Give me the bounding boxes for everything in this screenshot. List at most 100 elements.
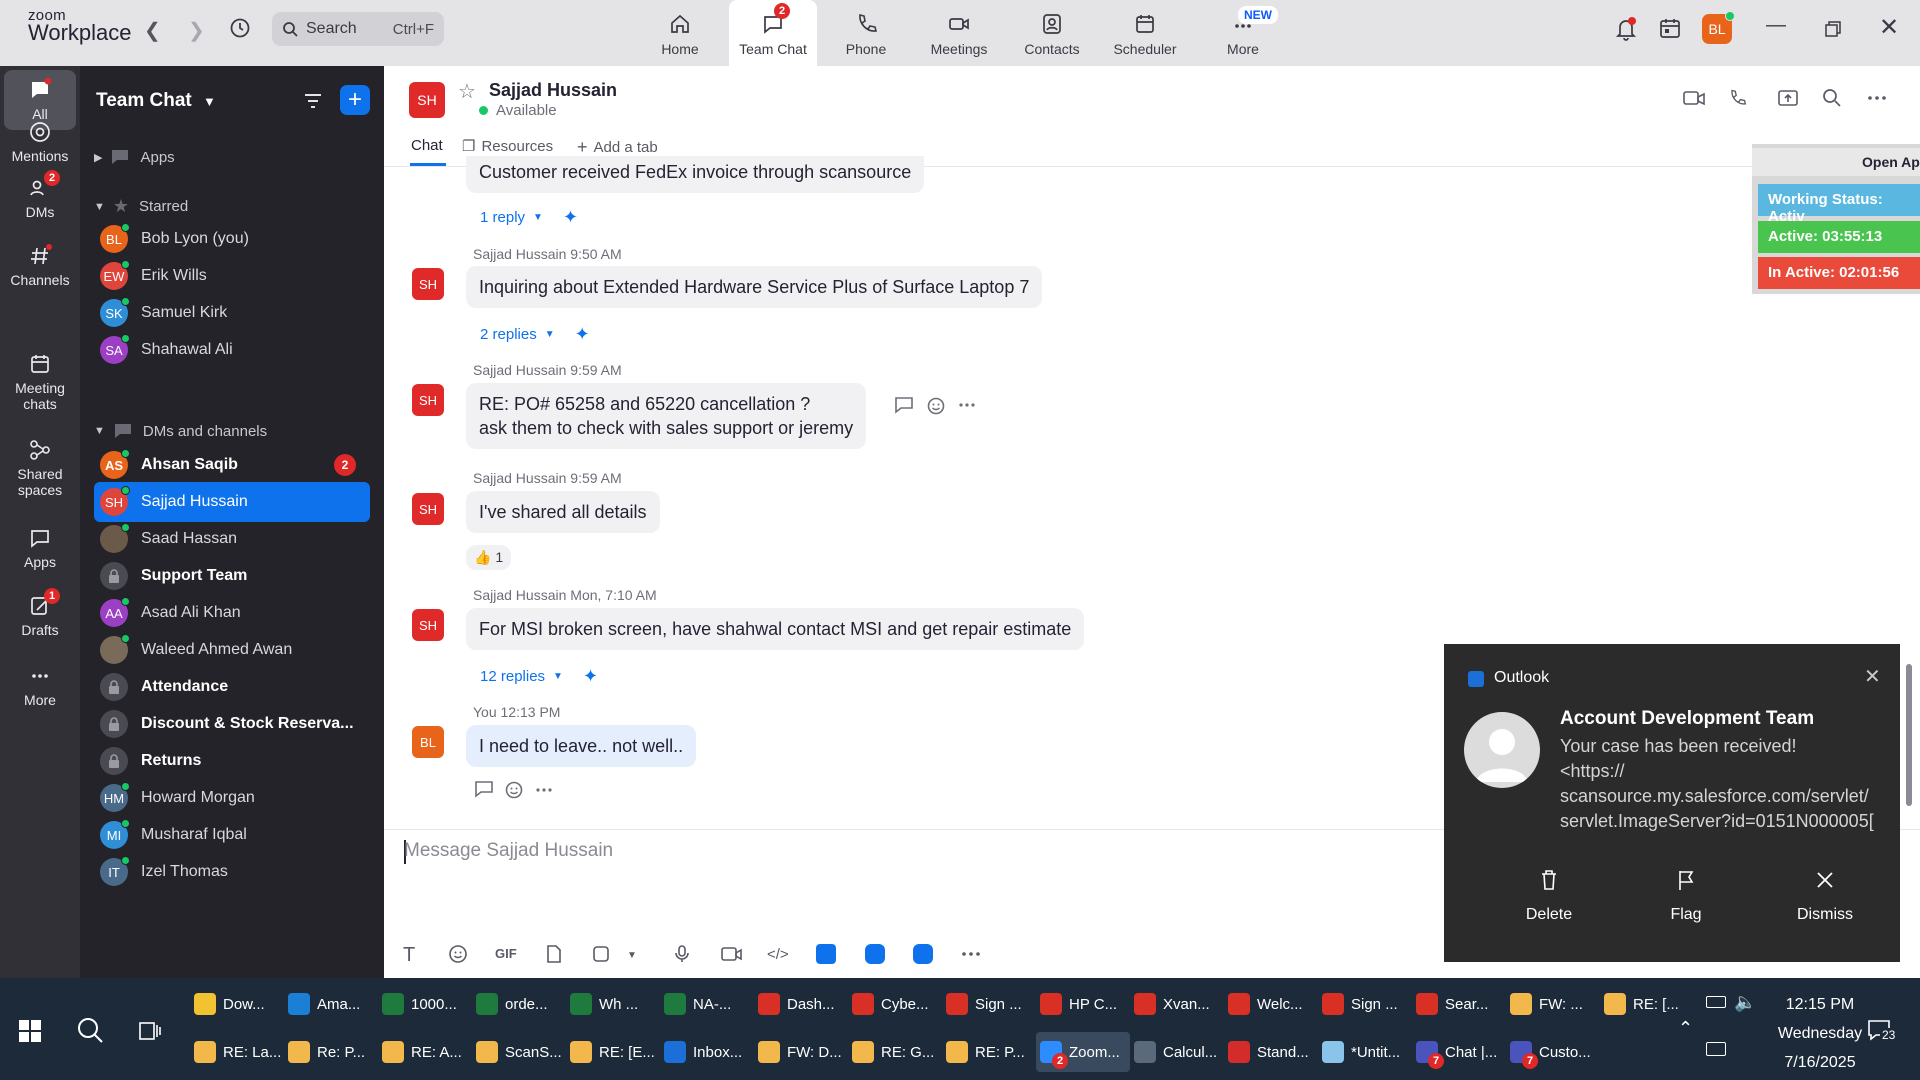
taskbar-app[interactable]: 7 Chat |...	[1412, 1032, 1506, 1072]
outlook-notification[interactable]: Outlook ✕ Account Development Team Your …	[1444, 644, 1900, 962]
search-in-chat-icon[interactable]	[1822, 88, 1842, 108]
new-chat-button[interactable]: +	[340, 85, 370, 115]
battery-icon[interactable]	[1706, 996, 1726, 1008]
replies-link[interactable]: 12 replies ▼ ✦	[480, 666, 598, 687]
taskbar-app[interactable]: RE: [E...	[566, 1032, 660, 1072]
tab-team-chat[interactable]: Team Chat 2	[729, 0, 817, 66]
rail-dms[interactable]: DMs 2	[4, 170, 76, 220]
app-integration-icon[interactable]	[816, 944, 836, 964]
reply-thread-icon[interactable]	[894, 396, 914, 414]
replies-link[interactable]: 1 reply ▼ ✦	[480, 207, 578, 228]
sidebar-item[interactable]: HM Howard Morgan	[94, 778, 370, 818]
tab-scheduler[interactable]: Scheduler	[1101, 0, 1189, 66]
chat-scrollbar[interactable]	[1906, 664, 1912, 806]
sidebar-item[interactable]: Waleed Ahmed Awan	[94, 630, 370, 670]
taskbar-app[interactable]: 7 Custo...	[1506, 1032, 1600, 1072]
taskbar-app[interactable]: RE: La...	[190, 1032, 284, 1072]
taskbar-app[interactable]: Stand...	[1224, 1032, 1318, 1072]
taskbar-app[interactable]: RE: P...	[942, 1032, 1036, 1072]
search-box[interactable]: Search Ctrl+F	[272, 12, 444, 46]
ai-sparkle-icon[interactable]: ✦	[575, 324, 590, 345]
taskbar-search-icon[interactable]	[76, 1016, 104, 1044]
taskbar-app[interactable]: Ama...	[284, 984, 378, 1024]
taskbar-app[interactable]: 1000...	[378, 984, 472, 1024]
user-avatar[interactable]: BL	[1702, 11, 1735, 44]
taskbar-app[interactable]: Sign ...	[942, 984, 1036, 1024]
star-outline-icon[interactable]: ☆	[458, 79, 476, 104]
tab-home[interactable]: Home	[636, 0, 724, 66]
screenshot-icon[interactable]	[591, 944, 611, 964]
emoji-icon[interactable]	[448, 944, 468, 964]
message-bubble[interactable]: RE: PO# 65258 and 65220 cancellation ? as…	[466, 383, 867, 449]
taskbar-app[interactable]: Calcul...	[1130, 1032, 1224, 1072]
taskbar-app[interactable]: orde...	[472, 984, 566, 1024]
message-more-icon[interactable]	[958, 396, 976, 414]
taskbar-app[interactable]: Welc...	[1224, 984, 1318, 1024]
rail-more[interactable]: More	[4, 664, 76, 708]
toast-close-icon[interactable]: ✕	[1864, 664, 1881, 689]
restore-icon[interactable]	[1824, 20, 1842, 38]
tab-meetings[interactable]: Meetings	[915, 0, 1003, 66]
taskbar-app[interactable]: Cybe...	[848, 984, 942, 1024]
history-icon[interactable]	[228, 16, 252, 40]
message-bubble[interactable]: I need to leave.. not well..	[466, 725, 697, 767]
gif-icon[interactable]: GIF	[495, 946, 517, 961]
taskbar-app[interactable]: Dash...	[754, 984, 848, 1024]
taskbar-app[interactable]: RE: A...	[378, 1032, 472, 1072]
network-icon[interactable]	[1706, 1042, 1726, 1056]
sidebar-item[interactable]: Discount & Stock Reserva...	[94, 704, 370, 744]
tab-chat[interactable]: Chat	[411, 137, 443, 154]
sidebar-item[interactable]: SK Samuel Kirk	[94, 293, 370, 333]
tab-contacts[interactable]: Contacts	[1008, 0, 1096, 66]
sidebar-item[interactable]: AS Ahsan Saqib 2	[94, 445, 370, 485]
message-bubble[interactable]: For MSI broken screen, have shahwal cont…	[466, 608, 1085, 650]
open-app-button[interactable]: Open Ap	[1752, 148, 1920, 176]
taskbar-app[interactable]: NA-...	[660, 984, 754, 1024]
add-tab-button[interactable]: + Add a tab	[577, 137, 658, 158]
taskbar-app[interactable]: Xvan...	[1130, 984, 1224, 1024]
rail-meeting-chats[interactable]: Meeting chats	[4, 352, 76, 412]
chat-contact-name[interactable]: Sajjad Hussain	[489, 80, 617, 101]
phone-call-icon[interactable]	[1727, 88, 1747, 108]
back-arrow-icon[interactable]: ❮	[144, 18, 161, 43]
video-message-icon[interactable]	[720, 944, 742, 964]
rail-channels[interactable]: Channels	[4, 244, 76, 288]
message-avatar[interactable]: SH	[412, 268, 444, 300]
app-integration-icon[interactable]	[865, 944, 885, 964]
taskbar-app[interactable]: Dow...	[190, 984, 284, 1024]
taskbar-app[interactable]: HP C...	[1036, 984, 1130, 1024]
dismiss-button[interactable]: Dismiss	[1770, 868, 1880, 924]
file-icon[interactable]	[545, 944, 563, 964]
flag-button[interactable]: Flag	[1631, 868, 1741, 924]
app-integration-icon[interactable]	[913, 944, 933, 964]
taskbar-app[interactable]: 2 Zoom...	[1036, 1032, 1130, 1072]
replies-link[interactable]: 2 replies ▼ ✦	[480, 324, 590, 345]
windows-start-icon[interactable]	[18, 1019, 42, 1043]
ai-sparkle-icon[interactable]: ✦	[583, 666, 598, 687]
sidebar-item[interactable]: Saad Hassan	[94, 519, 370, 559]
forward-arrow-icon[interactable]: ❯	[188, 18, 205, 43]
tab-resources[interactable]: ❐ Resources	[462, 137, 553, 156]
task-view-icon[interactable]	[138, 1020, 162, 1042]
notifications-bell-icon[interactable]	[1614, 16, 1638, 42]
more-options-icon[interactable]	[1866, 88, 1888, 108]
add-reaction-icon[interactable]	[926, 396, 946, 416]
message-bubble[interactable]: Inquiring about Extended Hardware Servic…	[466, 266, 1043, 308]
code-snippet-icon[interactable]: </>	[767, 946, 789, 963]
sidebar-title[interactable]: Team Chat ▼	[96, 90, 216, 112]
notification-center-icon[interactable]: 23	[1866, 1018, 1898, 1042]
calendar-status-icon[interactable]	[1658, 16, 1682, 40]
message-more-icon[interactable]	[535, 781, 553, 799]
chevron-down-icon[interactable]: ▼	[627, 950, 637, 961]
sidebar-item[interactable]: Returns	[94, 741, 370, 781]
sidebar-item[interactable]: Support Team	[94, 556, 370, 596]
filter-icon[interactable]	[302, 90, 324, 112]
message-bubble[interactable]: Customer received FedEx invoice through …	[466, 156, 925, 193]
add-reaction-icon[interactable]	[504, 780, 524, 800]
composer-more-icon[interactable]	[961, 944, 981, 964]
ai-sparkle-icon[interactable]: ✦	[563, 207, 578, 228]
video-call-icon[interactable]	[1682, 88, 1706, 108]
rail-shared-spaces[interactable]: Shared spaces	[4, 438, 76, 498]
message-avatar[interactable]: SH	[412, 493, 444, 525]
message-avatar[interactable]: SH	[412, 609, 444, 641]
